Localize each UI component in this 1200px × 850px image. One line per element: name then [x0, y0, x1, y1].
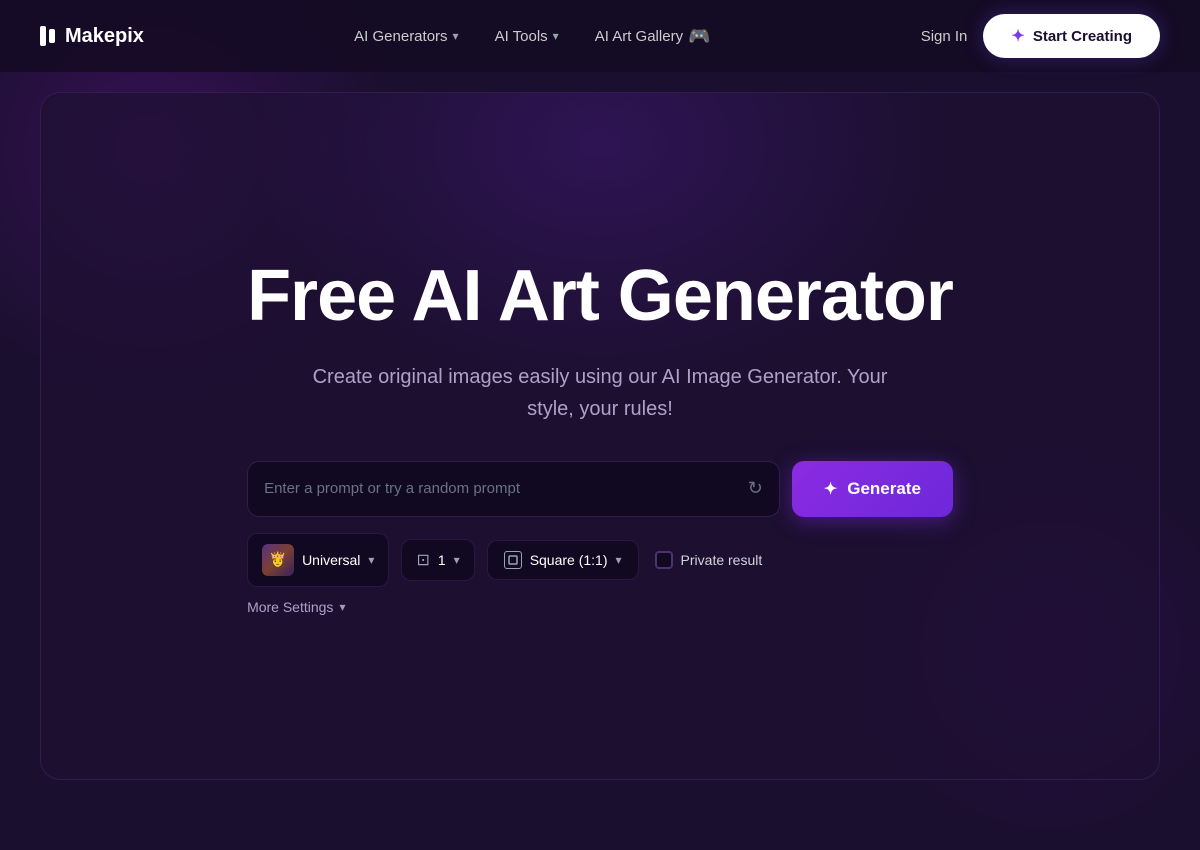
aspect-chevron-icon: ▾ — [616, 553, 622, 567]
nav-ai-art-gallery[interactable]: AI Art Gallery 🎮 — [595, 26, 711, 47]
prompt-input-wrapper: ↻ — [247, 461, 780, 517]
model-chevron-icon: ▾ — [368, 553, 374, 567]
count-selector[interactable]: ⊡ 1 ▾ — [401, 539, 474, 581]
logo-bar-1 — [40, 26, 46, 46]
navigation: Makepix AI Generators ▾ AI Tools ▾ AI Ar… — [0, 0, 1200, 72]
discord-icon: 🎮 — [688, 26, 710, 47]
nav-links: AI Generators ▾ AI Tools ▾ AI Art Galler… — [354, 26, 710, 47]
model-name: Universal — [302, 552, 360, 568]
sign-in-button[interactable]: Sign In — [921, 28, 968, 45]
private-result[interactable]: Private result — [655, 551, 763, 569]
logo-icon — [40, 26, 55, 46]
model-thumbnail: 👸 — [262, 544, 294, 576]
chevron-down-icon: ▾ — [453, 29, 459, 43]
model-thumbnail-inner: 👸 — [262, 544, 294, 576]
prompt-row: ↻ ✦ Generate — [247, 461, 953, 517]
private-checkbox[interactable] — [655, 551, 673, 569]
hero-subtitle: Create original images easily using our … — [310, 361, 890, 425]
hero-content: Free AI Art Generator Create original im… — [207, 257, 993, 614]
generate-button[interactable]: ✦ Generate — [792, 461, 953, 517]
model-selector[interactable]: 👸 Universal ▾ — [247, 533, 389, 587]
more-settings-label: More Settings — [247, 599, 333, 615]
main-container: Free AI Art Generator Create original im… — [40, 92, 1160, 780]
private-label: Private result — [681, 552, 763, 568]
nav-ai-tools[interactable]: AI Tools ▾ — [495, 28, 559, 45]
more-settings[interactable]: More Settings ▾ — [247, 599, 953, 615]
count-chevron-icon: ▾ — [454, 553, 460, 567]
refresh-icon[interactable]: ↻ — [748, 478, 763, 499]
aspect-selector[interactable]: Square (1:1) ▾ — [487, 540, 639, 580]
aspect-ratio-icon — [504, 551, 522, 569]
generate-sparkle-icon: ✦ — [824, 479, 837, 499]
count-value: 1 — [438, 552, 446, 568]
start-creating-button[interactable]: ✦ Start Creating — [983, 14, 1160, 58]
logo-text: Makepix — [65, 25, 144, 48]
prompt-input[interactable] — [264, 462, 748, 515]
settings-row: 👸 Universal ▾ ⊡ 1 ▾ Square (1:1) ▾ — [247, 533, 953, 587]
logo[interactable]: Makepix — [40, 25, 144, 48]
chevron-down-icon: ▾ — [553, 29, 559, 43]
image-count-icon: ⊡ — [416, 550, 429, 570]
sparkle-icon: ✦ — [1011, 26, 1024, 46]
more-settings-chevron-icon: ▾ — [339, 600, 345, 614]
nav-actions: Sign In ✦ Start Creating — [921, 14, 1160, 58]
logo-bar-2 — [49, 29, 55, 43]
hero-title: Free AI Art Generator — [247, 257, 953, 336]
aspect-label: Square (1:1) — [530, 552, 608, 568]
nav-ai-generators[interactable]: AI Generators ▾ — [354, 28, 458, 45]
